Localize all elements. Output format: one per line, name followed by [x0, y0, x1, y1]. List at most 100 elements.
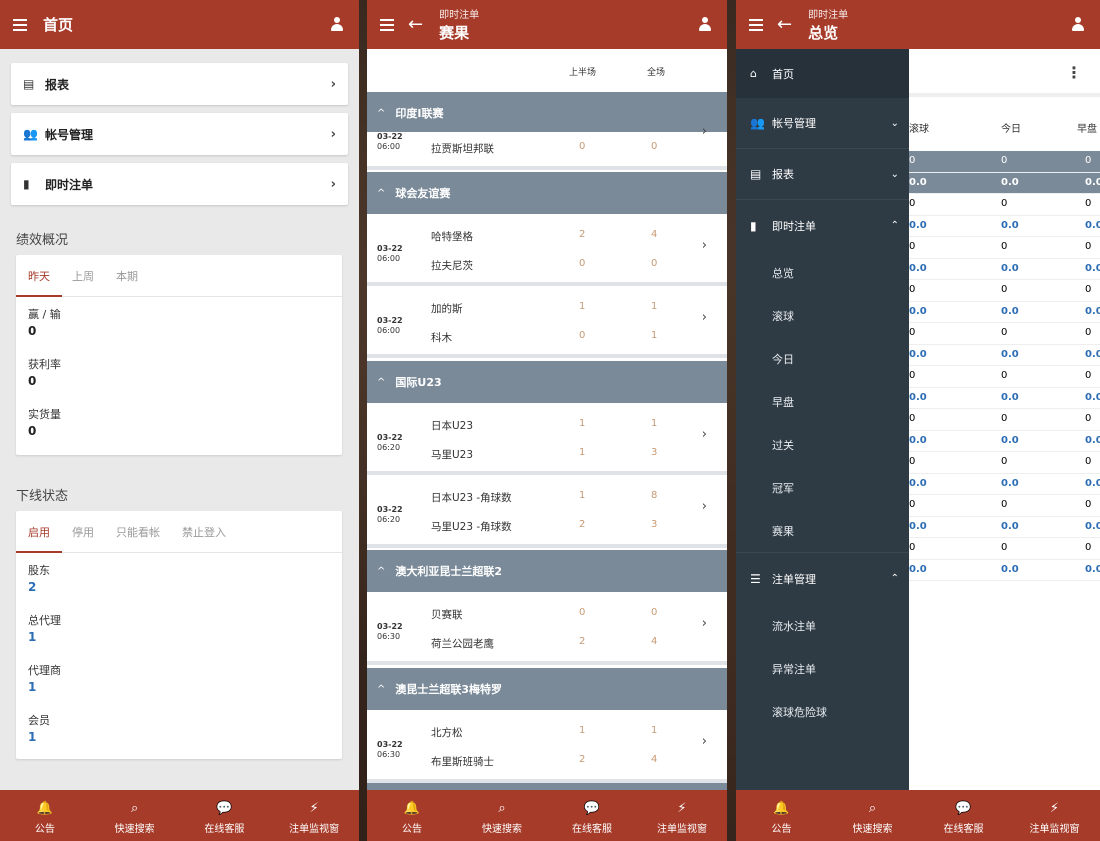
tab-disabled[interactable]: 停用 [72, 511, 94, 552]
full-score: 4 [651, 229, 658, 240]
report-icon: ▤ [750, 167, 762, 181]
match-row[interactable]: 03-22 06:20 日本U23 -角球数 马里U23 -角球数 1 2 8 3… [367, 475, 727, 548]
nav-bet-monitor[interactable]: ⚡ 注单监视窗 [1009, 790, 1100, 841]
back-arrow-icon[interactable]: ← [408, 15, 423, 34]
more-options-icon[interactable]: ⋮ [1066, 63, 1082, 82]
match-datetime: 03-22 06:30 [377, 622, 403, 642]
stat-row: 会员 1 [16, 703, 342, 753]
nav-quick-search[interactable]: ⌕ 快速搜索 [457, 790, 547, 841]
grid-cell: 0 [1085, 499, 1092, 510]
back-arrow-icon[interactable]: ← [777, 15, 792, 34]
drawer-subitem-early[interactable]: 早盘 [736, 380, 909, 423]
home-icon: ⌂ [750, 67, 757, 80]
nav-bet-monitor[interactable]: ⚡ 注单监视窗 [269, 790, 359, 841]
stat-value[interactable]: 2 [28, 580, 342, 594]
nav-label: 注单监视窗 [1029, 823, 1080, 835]
results-screen: ← 即时注单 赛果 上半场 全场 ^ 印度I联赛 03-22 06:00 拉贾斯坦邦… [367, 0, 727, 841]
stat-row: 股东 2 [16, 553, 342, 603]
drawer-item-reports[interactable]: ▤ 报表 ⌄ [736, 149, 909, 200]
overview-toolbar: ⋮ [909, 49, 1100, 97]
league-header[interactable]: ^ 球会友谊赛 [367, 172, 727, 214]
match-time: 06:20 [377, 443, 401, 452]
user-icon[interactable] [699, 17, 711, 31]
stat-value[interactable]: 1 [28, 630, 342, 644]
match-datetime: 03-22 06:30 [377, 740, 403, 760]
menu-icon[interactable] [380, 18, 394, 31]
match-row[interactable]: 03-22 06:30 北方松 布里斯班骑士 1 2 1 4 › [367, 710, 727, 783]
nav-label: 在线客服 [572, 823, 612, 835]
drawer-item-bet-management[interactable]: ☰ 注单管理 ⌃ [736, 553, 909, 604]
drawer-subitem-today[interactable]: 今日 [736, 337, 909, 380]
stat-value[interactable]: 1 [28, 730, 342, 744]
tab-last-week[interactable]: 上周 [72, 255, 94, 296]
grid-row: 0.0 0.0 0.0 [909, 388, 1100, 409]
drawer-item-live-bets[interactable]: ▮ 即时注单 ⌃ [736, 200, 909, 251]
nav-label: 在线客服 [204, 823, 245, 835]
grid-row: 0.0 0.0 0.0 [909, 517, 1100, 538]
stat-value[interactable]: 1 [28, 680, 342, 694]
tab-view-only[interactable]: 只能看帐 [116, 511, 160, 552]
full-score: 0 [651, 258, 658, 269]
match-date: 03-22 [377, 244, 403, 253]
drawer-subitem-danger-balls[interactable]: 滚球危险球 [736, 690, 909, 733]
column-header: 上半场 全场 [367, 49, 727, 92]
home-team: 日本U23 [431, 420, 474, 432]
league-name: 澳大利亚昆士兰超联2 [395, 565, 503, 578]
nav-quick-search[interactable]: ⌕ 快速搜索 [90, 790, 180, 841]
tab-login-banned[interactable]: 禁止登入 [182, 511, 226, 552]
drawer-subitem-flow-bets[interactable]: 流水注单 [736, 604, 909, 647]
nav-online-support[interactable]: 💬 在线客服 [547, 790, 637, 841]
drawer-subitem-results[interactable]: 赛果 [736, 509, 909, 552]
grid-cell: 0 [909, 241, 916, 252]
nav-announcements[interactable]: 🔔 公告 [0, 790, 90, 841]
drawer-item-accounts[interactable]: 👥 帐号管理 ⌄ [736, 98, 909, 149]
account-icon: 👥 [750, 116, 765, 130]
user-icon[interactable] [1072, 17, 1084, 31]
match-row[interactable]: 03-22 06:00 加的斯 科木 1 0 1 1 › [367, 286, 727, 358]
menu-item-reports[interactable]: ▤ 报表 › [11, 63, 348, 105]
user-icon[interactable] [331, 17, 343, 31]
col-header: 今日 [1001, 124, 1021, 135]
menu-item-accounts[interactable]: 👥 帐号管理 › [11, 113, 348, 155]
league-header[interactable]: ^ 印度I联赛 [367, 92, 727, 134]
drawer-subitem-parlay[interactable]: 过关 [736, 423, 909, 466]
tab-this-period[interactable]: 本期 [116, 255, 138, 296]
grid-cell: 0.0 [1085, 391, 1100, 403]
league-header[interactable]: ^ 澳大利亚昆士兰超联2 [367, 550, 727, 592]
drawer-subitem-outright[interactable]: 冠军 [736, 466, 909, 509]
league-header[interactable]: ^ 国际U23 [367, 361, 727, 403]
nav-bet-monitor[interactable]: ⚡ 注单监视窗 [637, 790, 727, 841]
drawer-subitem-abnormal-bets[interactable]: 异常注单 [736, 647, 909, 690]
grid-cell: 0.0 [1085, 477, 1100, 489]
report-icon: ▤ [23, 77, 35, 91]
menu-item-live-bets[interactable]: ▮ 即时注单 › [11, 163, 348, 205]
nav-announcements[interactable]: 🔔 公告 [367, 790, 457, 841]
page-title: 首页 [43, 16, 74, 34]
nav-online-support[interactable]: 💬 在线客服 [918, 790, 1009, 841]
grid-cell: 0.0 [909, 434, 927, 446]
nav-label: 快速搜索 [482, 823, 522, 835]
nav-online-support[interactable]: 💬 在线客服 [180, 790, 270, 841]
nav-announcements[interactable]: 🔔 公告 [736, 790, 827, 841]
match-row[interactable]: 03-22 06:00 哈特堡格 拉夫尼茨 2 0 4 0 › [367, 214, 727, 286]
match-row[interactable]: 03-22 06:20 日本U23 马里U23 1 1 1 3 › [367, 403, 727, 475]
nav-quick-search[interactable]: ⌕ 快速搜索 [827, 790, 918, 841]
drawer-subitem-inplay[interactable]: 滚球 [736, 294, 909, 337]
match-date: 03-22 [377, 505, 403, 514]
match-row[interactable]: 03-22 06:30 贝赛联 荷兰公园老鹰 0 2 0 4 › [367, 592, 727, 665]
drawer-subitem-overview[interactable]: 总览 [736, 251, 909, 294]
tab-enabled[interactable]: 启用 [16, 511, 62, 553]
tab-yesterday[interactable]: 昨天 [16, 255, 62, 297]
home-team: 哈特堡格 [431, 231, 473, 243]
nav-label: 公告 [34, 823, 55, 835]
match-datetime: 03-22 06:20 [377, 433, 403, 453]
search-icon: ⌕ [130, 800, 139, 816]
drawer-item-home[interactable]: ⌂ 首页 [736, 49, 909, 98]
match-row[interactable]: 03-22 06:00 拉贾斯坦邦联 0 0 › [367, 124, 727, 170]
league-header[interactable]: ^ 澳昆士兰超联3梅特罗 [367, 668, 727, 710]
home-screen: 首页 ▤ 报表 › 👥 帐号管理 › ▮ 即时注单 › 绩效概况 昨天 上周 本… [0, 0, 359, 841]
menu-icon[interactable] [13, 18, 27, 31]
grid-cell: 0.0 [909, 563, 927, 575]
menu-icon[interactable] [749, 18, 763, 31]
downline-tabs: 启用 停用 只能看帐 禁止登入 [16, 511, 342, 553]
